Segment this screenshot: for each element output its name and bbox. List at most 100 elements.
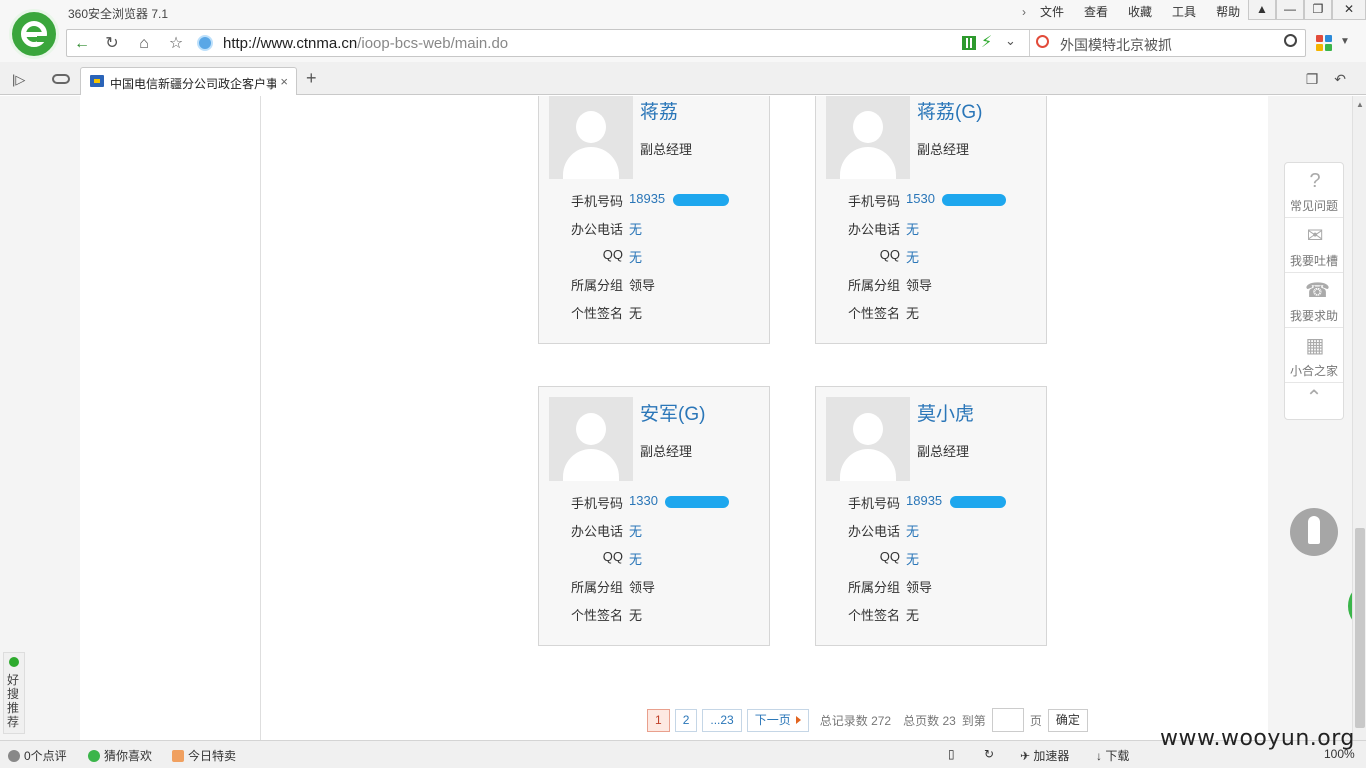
star-icon[interactable]: ☆ — [165, 33, 187, 55]
apps-chevron-icon[interactable]: ▼ — [1340, 36, 1350, 47]
chevron-right-icon[interactable]: › — [1018, 4, 1030, 20]
group-value: 领导 — [906, 580, 933, 595]
mobile-value: 1530 — [906, 191, 935, 206]
pagination: 1 2 ...23 下一页 总记录数 272 总页数 23 到第 页 确定 — [647, 708, 1088, 732]
qq-row: QQ 无 — [830, 247, 1040, 267]
cloud-icon[interactable] — [52, 74, 70, 84]
group-label: 所属分组 — [847, 278, 900, 293]
office-value: 无 — [629, 222, 643, 237]
help-item[interactable]: ☎ 我要求助 — [1285, 273, 1343, 328]
next-page-button[interactable]: 下一页 — [746, 708, 809, 732]
scroll-up-icon[interactable]: ▲ — [1356, 100, 1364, 109]
contact-name[interactable]: 安军(G) — [640, 399, 705, 426]
question-icon: ? — [1309, 170, 1321, 192]
minimize-button[interactable]: — — [1276, 0, 1304, 20]
search-box[interactable]: 外国模特北京被抓 — [1029, 30, 1307, 56]
menu-file[interactable]: 文件 — [1030, 4, 1074, 20]
home-icon[interactable]: ⌂ — [133, 33, 155, 55]
chevron-down-icon[interactable]: ⌄ — [1005, 33, 1016, 49]
lightning-icon[interactable]: ⚡ — [981, 32, 992, 52]
goto-label: 到第 — [961, 713, 986, 728]
guess-item[interactable]: 猜你喜欢 — [88, 747, 152, 764]
group-row: 所属分组 领导 — [830, 577, 1040, 597]
feedback-item[interactable]: ✉ 我要吐槽 — [1285, 218, 1343, 273]
tab-active[interactable]: 中国电信新疆分公司政企客户事 × — [80, 67, 297, 95]
rocket-icon[interactable] — [1290, 508, 1338, 556]
feedback-label: 我要吐槽 — [1289, 254, 1338, 268]
qq-value: 无 — [906, 552, 920, 567]
tab-close-icon[interactable]: × — [280, 74, 288, 89]
menu-tools[interactable]: 工具 — [1162, 4, 1206, 20]
contact-name[interactable]: 蒋荔(G) — [917, 97, 982, 124]
menu-help[interactable]: 帮助 — [1206, 4, 1250, 20]
apps-icon[interactable] — [1316, 35, 1332, 51]
undo-close-icon[interactable]: ↶ — [1334, 71, 1346, 88]
group-value: 领导 — [629, 278, 656, 293]
page-1-button[interactable]: 1 — [647, 708, 670, 732]
home-item[interactable]: ▦ 小合之家 — [1285, 328, 1343, 383]
redaction-mark — [673, 194, 729, 206]
confirm-button[interactable]: 确定 — [1047, 708, 1088, 732]
faq-item[interactable]: ? 常见问题 — [1285, 163, 1343, 218]
tab-list-icon[interactable]: ❐ — [1306, 71, 1319, 88]
contact-role: 副总经理 — [917, 444, 970, 459]
globe-icon — [197, 35, 213, 51]
comments-item[interactable]: 0个点评 — [8, 747, 67, 764]
mobile-row: 手机号码 1330 — [553, 493, 763, 513]
page-unit-label: 页 — [1029, 713, 1042, 728]
recommend-widget[interactable]: 好搜推荐 — [3, 652, 25, 734]
scrollbar[interactable]: ▲ — [1352, 96, 1366, 740]
qr-code-icon[interactable] — [962, 36, 976, 50]
avatar — [826, 96, 910, 179]
download-label: 下载 — [1105, 749, 1130, 763]
back-icon[interactable]: ← — [71, 33, 93, 55]
sign-label: 个性签名 — [847, 608, 900, 623]
download-item[interactable]: ↓ 下载 — [1096, 747, 1129, 764]
mobile-label: 手机号码 — [570, 496, 623, 511]
left-nav-panel — [80, 96, 261, 740]
maximize-button[interactable]: ❐ — [1304, 0, 1332, 20]
group-value: 领导 — [629, 580, 656, 595]
deals-item[interactable]: 今日特卖 — [172, 747, 236, 764]
new-tab-button[interactable]: + — [306, 68, 317, 89]
page-last-button[interactable]: ...23 — [702, 708, 742, 732]
qq-label: QQ — [879, 247, 900, 262]
phone-icon[interactable]: ▯ — [948, 747, 955, 761]
search-input[interactable]: 外国模特北京被抓 — [1060, 35, 1172, 55]
qq-row: QQ 无 — [553, 549, 763, 569]
qq-value: 无 — [629, 250, 643, 265]
search-icon[interactable] — [1284, 34, 1297, 47]
sidebar-toggle-icon[interactable]: |▷ — [12, 72, 25, 88]
contact-name[interactable]: 蒋荔 — [640, 97, 678, 124]
scroll-thumb[interactable] — [1355, 528, 1365, 728]
deals-label: 今日特卖 — [188, 749, 237, 763]
url-input[interactable]: http://www.ctnma.cn/ioop-bcs-web/main.do — [223, 35, 508, 52]
sign-row: 个性签名无 — [830, 303, 1040, 323]
menu-view[interactable]: 查看 — [1074, 4, 1118, 20]
comment-icon — [8, 750, 20, 762]
accelerator-item[interactable]: ✈ 加速器 — [1020, 747, 1069, 764]
qq-value: 无 — [906, 250, 920, 265]
mobile-row: 手机号码 18935 — [830, 493, 1040, 513]
menu-favorites[interactable]: 收藏 — [1118, 4, 1162, 20]
chevron-up-icon[interactable]: ⌃ — [1285, 385, 1343, 419]
page-2-button[interactable]: 2 — [674, 708, 698, 732]
contact-card: 安军(G) 副总经理 手机号码 1330 办公电话无 QQ 无 所属分组 领导 个性签… — [538, 386, 770, 646]
qq-label: QQ — [602, 247, 623, 262]
home-label: 小合之家 — [1289, 364, 1338, 378]
refresh-status-icon[interactable]: ↻ — [984, 747, 994, 761]
refresh-icon[interactable]: ↻ — [101, 33, 123, 55]
page-number-input[interactable] — [991, 708, 1024, 732]
contact-name[interactable]: 莫小虎 — [917, 399, 974, 426]
close-button[interactable]: ✕ — [1332, 0, 1366, 20]
url-path: /ioop-bcs-web/main.do — [357, 35, 509, 52]
nav-bar: ← ↻ ⌂ ☆ http://www.ctnma.cn/ioop-bcs-web… — [0, 28, 1366, 62]
tab-title: 中国电信新疆分公司政企客户事 — [110, 77, 276, 91]
search-engine-icon[interactable] — [1036, 35, 1049, 48]
qq-row: QQ 无 — [830, 549, 1040, 569]
office-row: 办公电话无 — [830, 521, 1040, 541]
skin-icon[interactable]: ▲ — [1248, 0, 1276, 20]
redaction-mark — [942, 194, 1006, 206]
status-dot-icon — [9, 657, 19, 667]
office-label: 办公电话 — [847, 222, 900, 237]
